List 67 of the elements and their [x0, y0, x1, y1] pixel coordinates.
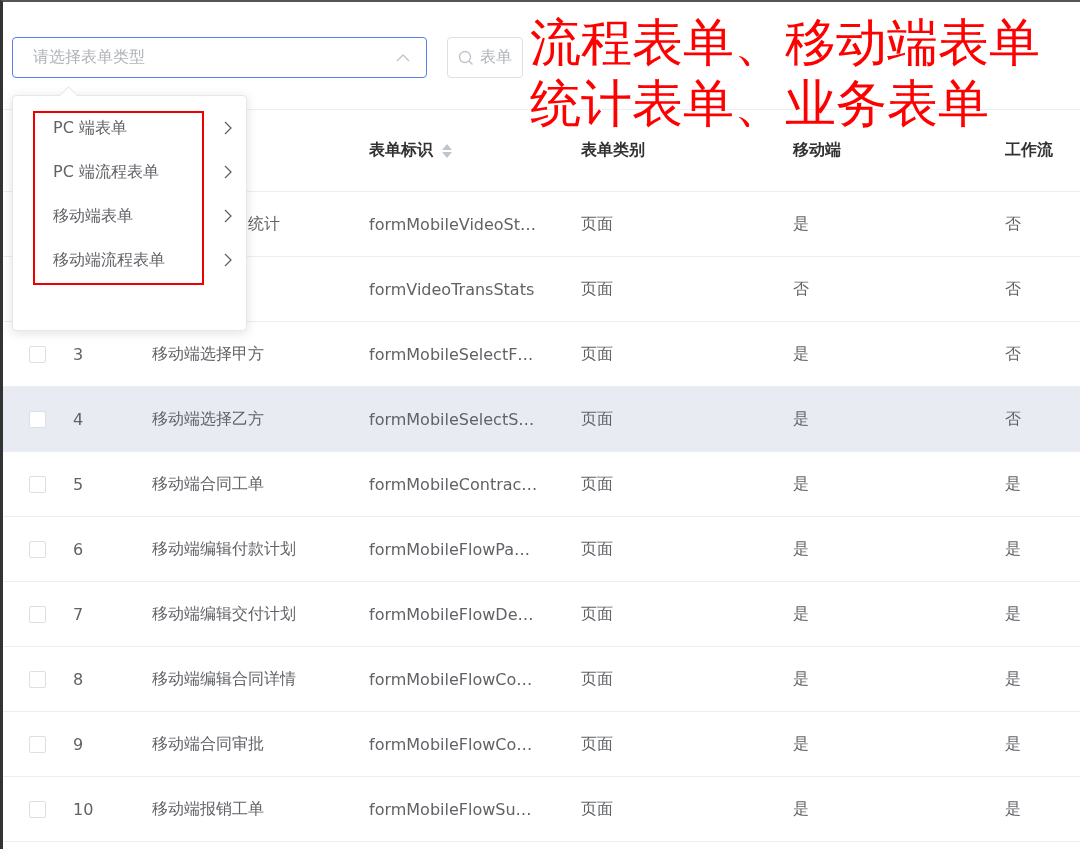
form-id: formMobileSelectF… [369, 344, 534, 364]
workflow-label: 是 [1005, 538, 1021, 560]
form-name: 移动端编辑合同详情 [152, 668, 296, 690]
form-category: 页面 [581, 278, 613, 300]
menu-item[interactable]: PC 端流程表单 [13, 150, 246, 194]
workflow-label: 是 [1005, 473, 1021, 495]
menu-item[interactable]: 移动端流程表单 [13, 238, 246, 282]
workflow-label: 是 [1005, 603, 1021, 625]
form-name: 移动端编辑付款计划 [152, 538, 296, 560]
column-header: 移动端 [793, 140, 841, 161]
row-number: 7 [73, 604, 84, 624]
mobile-label: 是 [793, 668, 809, 690]
annotation-text: 统计表单、业务表单 [530, 73, 990, 134]
workflow-label: 否 [1005, 213, 1021, 235]
form-name: 移动端合同审批 [152, 733, 264, 755]
mobile-label: 是 [793, 798, 809, 820]
mobile-label: 是 [793, 473, 809, 495]
mobile-label: 是 [793, 343, 809, 365]
row-number: 8 [73, 669, 84, 689]
form-id: formMobileFlowCo… [369, 669, 533, 689]
menu-item[interactable]: PC 端表单 [13, 106, 246, 150]
row-number: 5 [73, 474, 84, 494]
form-id: formMobileVideoSt… [369, 214, 537, 234]
form-category: 页面 [581, 668, 613, 690]
workflow-label: 否 [1005, 343, 1021, 365]
form-name: 移动端选择乙方 [152, 408, 264, 430]
workflow-label: 是 [1005, 733, 1021, 755]
form-id: formMobileFlowPa… [369, 539, 531, 559]
form-category: 页面 [581, 473, 613, 495]
form-category: 页面 [581, 603, 613, 625]
form-name: 移动端合同工单 [152, 473, 264, 495]
mobile-label: 是 [793, 733, 809, 755]
row-number: 3 [73, 344, 84, 364]
form-id: formMobileFlowDe… [369, 604, 534, 624]
column-header[interactable]: 表单标识 [369, 140, 453, 161]
column-header: 表单类别 [581, 140, 645, 161]
form-name: 移动端报销工单 [152, 798, 264, 820]
form-id: formVideoTransStats [369, 279, 535, 299]
form-category: 页面 [581, 733, 613, 755]
row-number: 6 [73, 539, 84, 559]
menu-item[interactable]: 移动端表单 [13, 194, 246, 238]
column-header: 工作流 [1005, 140, 1053, 161]
workflow-label: 是 [1005, 798, 1021, 820]
mobile-label: 是 [793, 538, 809, 560]
form-id: formMobileSelectS… [369, 409, 535, 429]
form-name: 移动端选择甲方 [152, 343, 264, 365]
workflow-label: 否 [1005, 278, 1021, 300]
form-category: 页面 [581, 798, 613, 820]
mobile-label: 是 [793, 603, 809, 625]
row-number: 9 [73, 734, 84, 754]
workflow-label: 否 [1005, 408, 1021, 430]
form-category: 页面 [581, 343, 613, 365]
form-category: 页面 [581, 213, 613, 235]
row-number: 10 [73, 799, 94, 819]
mobile-label: 是 [793, 213, 809, 235]
mobile-label: 否 [793, 278, 809, 300]
annotation-text: 流程表单、移动端表单 [530, 12, 1040, 73]
form-id: formMobileFlowCo… [369, 734, 533, 754]
form-id: formMobileFlowSu… [369, 799, 532, 819]
form-name: 移动端编辑交付计划 [152, 603, 296, 625]
form-id: formMobileContrac… [369, 474, 538, 494]
form-name: 统计 [248, 213, 280, 235]
form-category: 页面 [581, 408, 613, 430]
workflow-label: 是 [1005, 668, 1021, 690]
row-number: 4 [73, 409, 84, 429]
form-category: 页面 [581, 538, 613, 560]
mobile-label: 是 [793, 408, 809, 430]
